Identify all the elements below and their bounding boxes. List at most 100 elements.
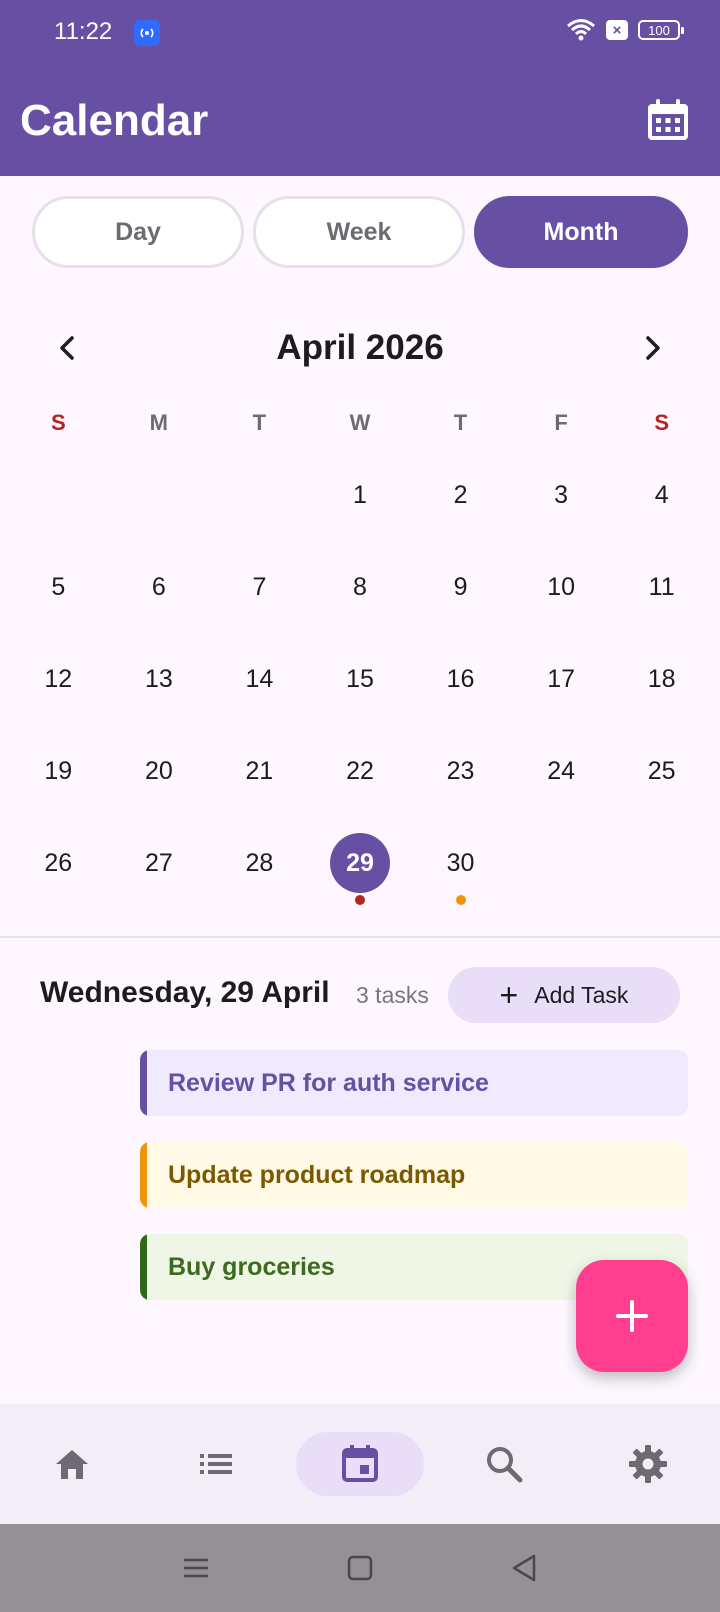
day-cell[interactable]: 6 [109,541,210,633]
day-cell[interactable]: 23 [410,725,511,817]
nav-home[interactable] [40,1432,104,1496]
day-number: 10 [547,572,575,601]
day-number: 12 [44,664,73,693]
day-number: 24 [547,756,575,785]
day-cell[interactable]: 5 [8,541,109,633]
system-navigation-bar [0,1524,720,1612]
day-number: 28 [245,848,274,877]
day-cell[interactable]: 21 [209,725,310,817]
task-count: 3 tasks [356,982,429,1008]
month-grid: 1 2 3 4 5 6 7 8 9 10 11 12 13 14 15 16 1… [8,449,712,909]
day-cell[interactable]: 25 [611,725,712,817]
task-item[interactable]: Update product roadmap [140,1142,688,1208]
day-number: 3 [554,480,569,509]
tab-day[interactable]: Day [32,196,244,268]
day-number: 26 [44,848,73,877]
day-cell[interactable]: 3 [511,449,612,541]
weekday-label: W [349,410,371,435]
page-title: Calendar [20,96,209,145]
day-number: 18 [647,664,676,693]
day-number: 25 [647,756,676,785]
nav-list[interactable] [184,1432,248,1496]
calendar-today-icon[interactable] [644,96,692,144]
day-cell[interactable]: 19 [8,725,109,817]
day-cell[interactable]: 24 [511,725,612,817]
nav-settings[interactable] [616,1432,680,1496]
day-cell[interactable]: 26 [8,817,109,909]
day-cell[interactable]: 17 [511,633,612,725]
day-cell[interactable]: 1 [310,449,411,541]
day-cell[interactable]: 9 [410,541,511,633]
week-row: 26 27 28 29 30 [8,817,712,909]
weekday-label: T [453,410,468,435]
day-cell-empty [209,449,310,541]
day-cell[interactable]: 16 [410,633,511,725]
add-fab-button[interactable] [576,1260,688,1372]
weekday-label: F [554,410,568,435]
event-dot [455,895,466,905]
day-number: 19 [44,756,73,785]
day-cell[interactable]: 11 [611,541,712,633]
back-icon[interactable] [504,1548,544,1588]
battery-icon: 100 [638,20,684,40]
day-cell[interactable]: 18 [611,633,712,725]
day-number: 27 [144,848,173,877]
task-title: Buy groceries [168,1252,335,1281]
event-dot [354,895,365,905]
day-cell[interactable]: 13 [109,633,210,725]
weekday-label: S [50,410,66,435]
nav-search[interactable] [472,1432,536,1496]
chevron-right-icon[interactable] [632,328,672,368]
plus-icon [616,1300,648,1332]
day-cell[interactable]: 20 [109,725,210,817]
selected-date-title: Wednesday, 29 April [40,976,330,1009]
day-cell[interactable]: 8 [310,541,411,633]
view-toggle: Day Week Month [32,196,688,268]
sim-off-icon: × [606,20,628,40]
tab-week[interactable]: Week [253,196,465,268]
day-cell-empty [511,817,612,909]
day-number: 4 [654,480,669,509]
month-title: April 2026 [276,328,444,367]
task-title: Update product roadmap [168,1160,466,1189]
week-row: 5 6 7 8 9 10 11 [8,541,712,633]
day-cell-empty [109,449,210,541]
day-cell[interactable]: 15 [310,633,411,725]
day-number: 2 [453,480,468,509]
task-item[interactable]: Review PR for auth service [140,1050,688,1116]
add-task-button[interactable]: + Add Task [448,967,680,1023]
day-cell[interactable]: 27 [109,817,210,909]
day-cell[interactable]: 14 [209,633,310,725]
day-cell[interactable]: 7 [209,541,310,633]
month-navigation: April 2026 [0,318,720,378]
menu-icon[interactable] [176,1548,216,1588]
day-cell[interactable]: 30 [410,817,511,909]
day-number: 1 [353,480,367,509]
bottom-navigation [0,1404,720,1524]
week-row: 12 13 14 15 16 17 18 [8,633,712,725]
divider [0,936,720,938]
day-number: 8 [353,572,367,601]
tab-month[interactable]: Month [474,196,688,268]
calendar-icon [342,1445,378,1482]
day-cell[interactable]: 28 [209,817,310,909]
week-row: 19 20 21 22 23 24 25 [8,725,712,817]
top-app-bar: 11:22 × 100 Calendar [0,0,720,176]
day-number: 21 [245,756,274,785]
plus-icon: + [499,977,519,1013]
status-time: 11:22 [54,18,113,45]
day-number: 29 [346,848,374,877]
day-cell[interactable]: 2 [410,449,511,541]
day-number: 6 [151,572,166,601]
day-number: 13 [144,664,173,693]
day-cell[interactable]: 4 [611,449,712,541]
day-number: 5 [51,572,66,601]
weekday-label: S [654,410,669,435]
home-button-icon[interactable] [340,1548,380,1588]
day-cell[interactable]: 12 [8,633,109,725]
task-title: Review PR for auth service [168,1068,489,1097]
day-cell-selected[interactable]: 29 [310,817,411,909]
day-cell[interactable]: 10 [511,541,612,633]
day-cell[interactable]: 22 [310,725,411,817]
nav-calendar[interactable] [328,1432,392,1496]
